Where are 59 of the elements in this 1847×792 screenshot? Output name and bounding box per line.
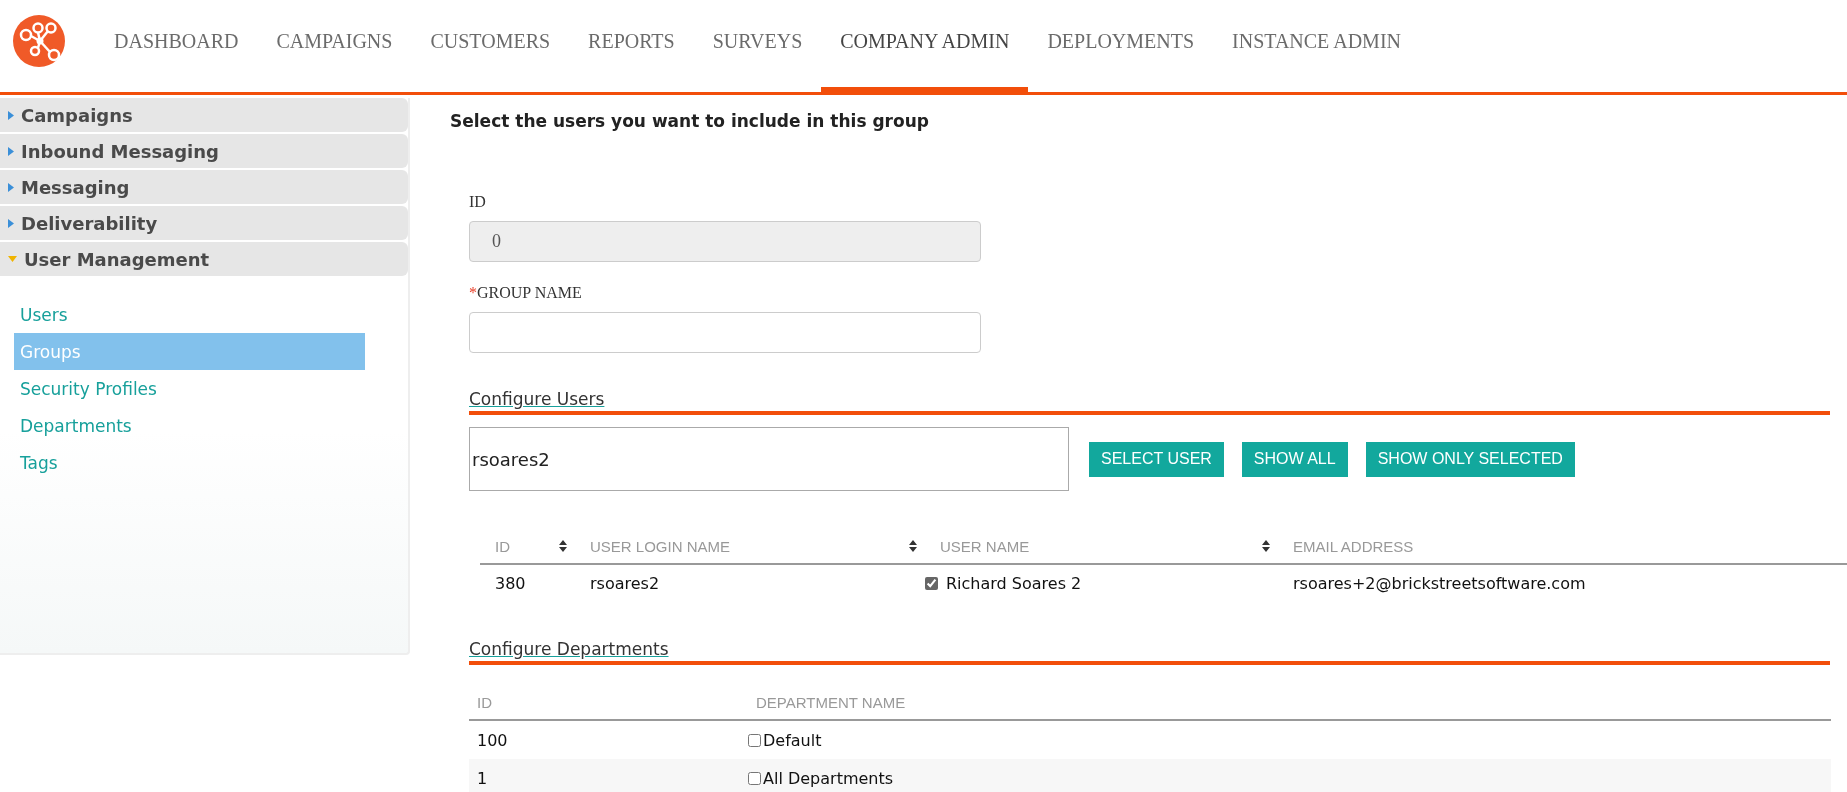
logo-icon[interactable] xyxy=(13,15,65,67)
column-header[interactable]: USER NAME xyxy=(940,537,1030,555)
table-cell: 380 xyxy=(495,573,526,593)
sidebar-item[interactable]: Security Profiles xyxy=(14,370,365,407)
sidebar-section-header[interactable]: Deliverability xyxy=(0,206,408,240)
action-button[interactable]: SELECT USER xyxy=(1089,441,1224,477)
action-button[interactable]: SHOW ALL xyxy=(1241,441,1348,477)
sidebar-section-header[interactable]: Campaigns xyxy=(0,98,408,132)
nav-tab[interactable]: DEPLOYMENTS xyxy=(1028,0,1214,95)
caret-down-icon xyxy=(8,256,17,262)
page-heading: Select the users you want to include in this group xyxy=(450,111,930,131)
column-header: ID xyxy=(476,693,493,711)
checkbox[interactable] xyxy=(748,771,761,785)
nav-tab[interactable]: COMPANY ADMIN xyxy=(821,0,1029,95)
sidebar-section-header[interactable]: Messaging xyxy=(0,170,408,204)
checkbox[interactable] xyxy=(925,576,938,590)
field-label: ID xyxy=(469,193,486,211)
field-label: GROUP NAME xyxy=(477,284,582,302)
sidebar-item[interactable]: Departments xyxy=(14,407,365,444)
column-header[interactable]: EMAIL ADDRESS xyxy=(1293,537,1414,555)
section-title: Configure Departments xyxy=(469,639,669,659)
nav-tab[interactable]: CAMPAIGNS xyxy=(257,0,412,95)
required-mark: * xyxy=(469,284,477,302)
caret-right-icon xyxy=(8,146,14,156)
sidebar-section-label: Inbound Messaging xyxy=(21,140,219,162)
nav-tab[interactable]: CUSTOMERS xyxy=(411,0,570,95)
nav-tab[interactable]: REPORTS xyxy=(569,0,694,95)
table-cell: All Departments xyxy=(763,768,894,788)
section-title: Configure Users xyxy=(469,389,605,409)
sidebar-item[interactable]: Tags xyxy=(14,444,365,481)
sidebar-section-label: User Management xyxy=(24,248,210,270)
caret-right-icon xyxy=(8,182,14,192)
caret-right-icon xyxy=(8,218,14,228)
sort-icon[interactable] xyxy=(559,540,567,552)
sidebar-item[interactable]: Users xyxy=(14,296,365,333)
action-button[interactable]: SHOW ONLY SELECTED xyxy=(1365,441,1575,477)
column-header[interactable]: ID xyxy=(495,537,510,555)
sidebar-section-label: Deliverability xyxy=(21,212,158,234)
table-cell: rsoares2 xyxy=(590,573,660,593)
sidebar-section-header[interactable]: Inbound Messaging xyxy=(0,134,408,168)
sidebar-section-header[interactable]: User Management xyxy=(0,242,408,276)
nav-tab[interactable]: SURVEYS xyxy=(693,0,822,95)
text-input-field[interactable] xyxy=(469,312,981,353)
user-search-field[interactable]: rsoares2 xyxy=(469,427,1069,491)
sidebar-section-label: Campaigns xyxy=(21,104,133,126)
table-cell-text: 100 xyxy=(476,730,509,750)
sort-icon[interactable] xyxy=(909,540,917,552)
column-header[interactable]: USER LOGIN NAME xyxy=(590,537,731,555)
nav-tab[interactable]: INSTANCE ADMIN xyxy=(1213,0,1420,95)
checkbox[interactable] xyxy=(748,733,761,747)
table-cell: Default xyxy=(763,730,822,750)
column-header: DEPARTMENT NAME xyxy=(755,693,907,711)
nav-tab[interactable]: DASHBOARD xyxy=(95,0,258,95)
table-cell: rsoares+2@brickstreetsoftware.com xyxy=(1293,573,1586,593)
caret-right-icon xyxy=(8,110,14,120)
table-cell-text: 1 xyxy=(476,768,489,788)
sidebar-section-label: Messaging xyxy=(21,176,130,198)
table-cell: Richard Soares 2 xyxy=(946,573,1082,593)
sort-icon[interactable] xyxy=(1262,540,1270,552)
